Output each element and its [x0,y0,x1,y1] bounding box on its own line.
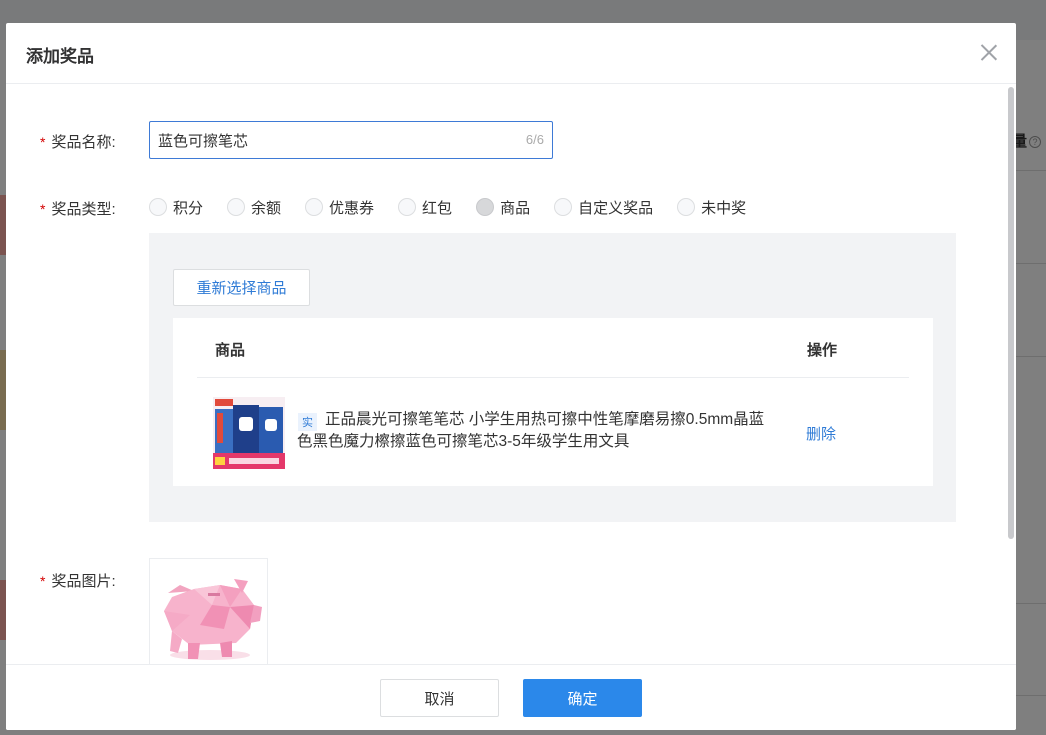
goods-thumbnail [213,397,285,469]
delete-goods-link[interactable]: 删除 [806,423,836,444]
prize-name-label: * 奖品名称: [40,134,116,151]
goods-title: 正品晨光可擦笔笔芯 小学生用热可擦中性笔摩磨易擦0.5mm晶蓝色黑色魔力檫擦蓝色… [297,411,765,450]
dialog-header: 添加奖品 [6,23,1016,84]
prize-name-input[interactable] [158,122,498,158]
close-icon[interactable] [980,43,998,61]
radio-circle[interactable] [554,198,573,216]
prize-image-label: * 奖品图片: [40,573,116,590]
confirm-button[interactable]: 确定 [523,679,642,717]
goods-table: 商品 操作 实 正品晨光可擦笔笔芯 小学生用热可擦中性笔摩磨易擦0.5mm晶蓝色… [173,318,933,486]
prize-image-upload[interactable] [149,558,268,664]
required-mark: * [40,573,46,589]
radio-red-packet[interactable]: 红包 [398,197,452,218]
column-header-operation: 操作 [807,342,838,359]
dialog-footer: 取消 确定 [6,664,1016,730]
dialog-body: *奖品名称: 6/6 *奖品类型: 积分 余额 优惠券 红包 商品 自定义奖品 … [6,85,1016,664]
prize-type-radio-group: 积分 余额 优惠券 红包 商品 自定义奖品 未中奖 [149,197,770,217]
required-mark: * [40,134,46,150]
add-prize-dialog: 添加奖品 *奖品名称: 6/6 *奖品类型: 积分 余额 优惠券 红包 商品 自… [6,23,1016,730]
radio-no-prize[interactable]: 未中奖 [677,197,746,218]
radio-circle[interactable] [149,198,167,216]
radio-custom-prize[interactable]: 自定义奖品 [554,197,653,218]
required-mark: * [40,201,46,217]
header-divider [197,377,909,378]
radio-points[interactable]: 积分 [149,197,203,218]
radio-circle[interactable] [476,198,495,216]
column-header-goods: 商品 [215,342,246,359]
radio-circle[interactable] [398,198,417,216]
cancel-button[interactable]: 取消 [380,679,499,717]
dialog-scrollbar[interactable] [1008,87,1014,539]
goods-panel: 重新选择商品 商品 操作 实 正品晨光可擦笔笔芯 小学生用热可擦中性笔摩磨易擦0… [149,233,956,522]
char-count: 6/6 [525,132,544,147]
radio-coupon[interactable]: 优惠券 [305,197,374,218]
prize-name-field[interactable]: 6/6 [149,121,553,159]
radio-circle[interactable] [227,198,246,216]
piggy-bank-image [164,579,262,660]
dialog-title: 添加奖品 [26,47,94,66]
reselect-goods-button[interactable]: 重新选择商品 [173,269,310,306]
radio-balance[interactable]: 余额 [227,197,281,218]
prize-type-label: * 奖品类型: [40,201,116,218]
radio-circle[interactable] [677,198,696,216]
radio-circle[interactable] [305,198,324,216]
radio-goods[interactable]: 商品 [476,197,530,218]
